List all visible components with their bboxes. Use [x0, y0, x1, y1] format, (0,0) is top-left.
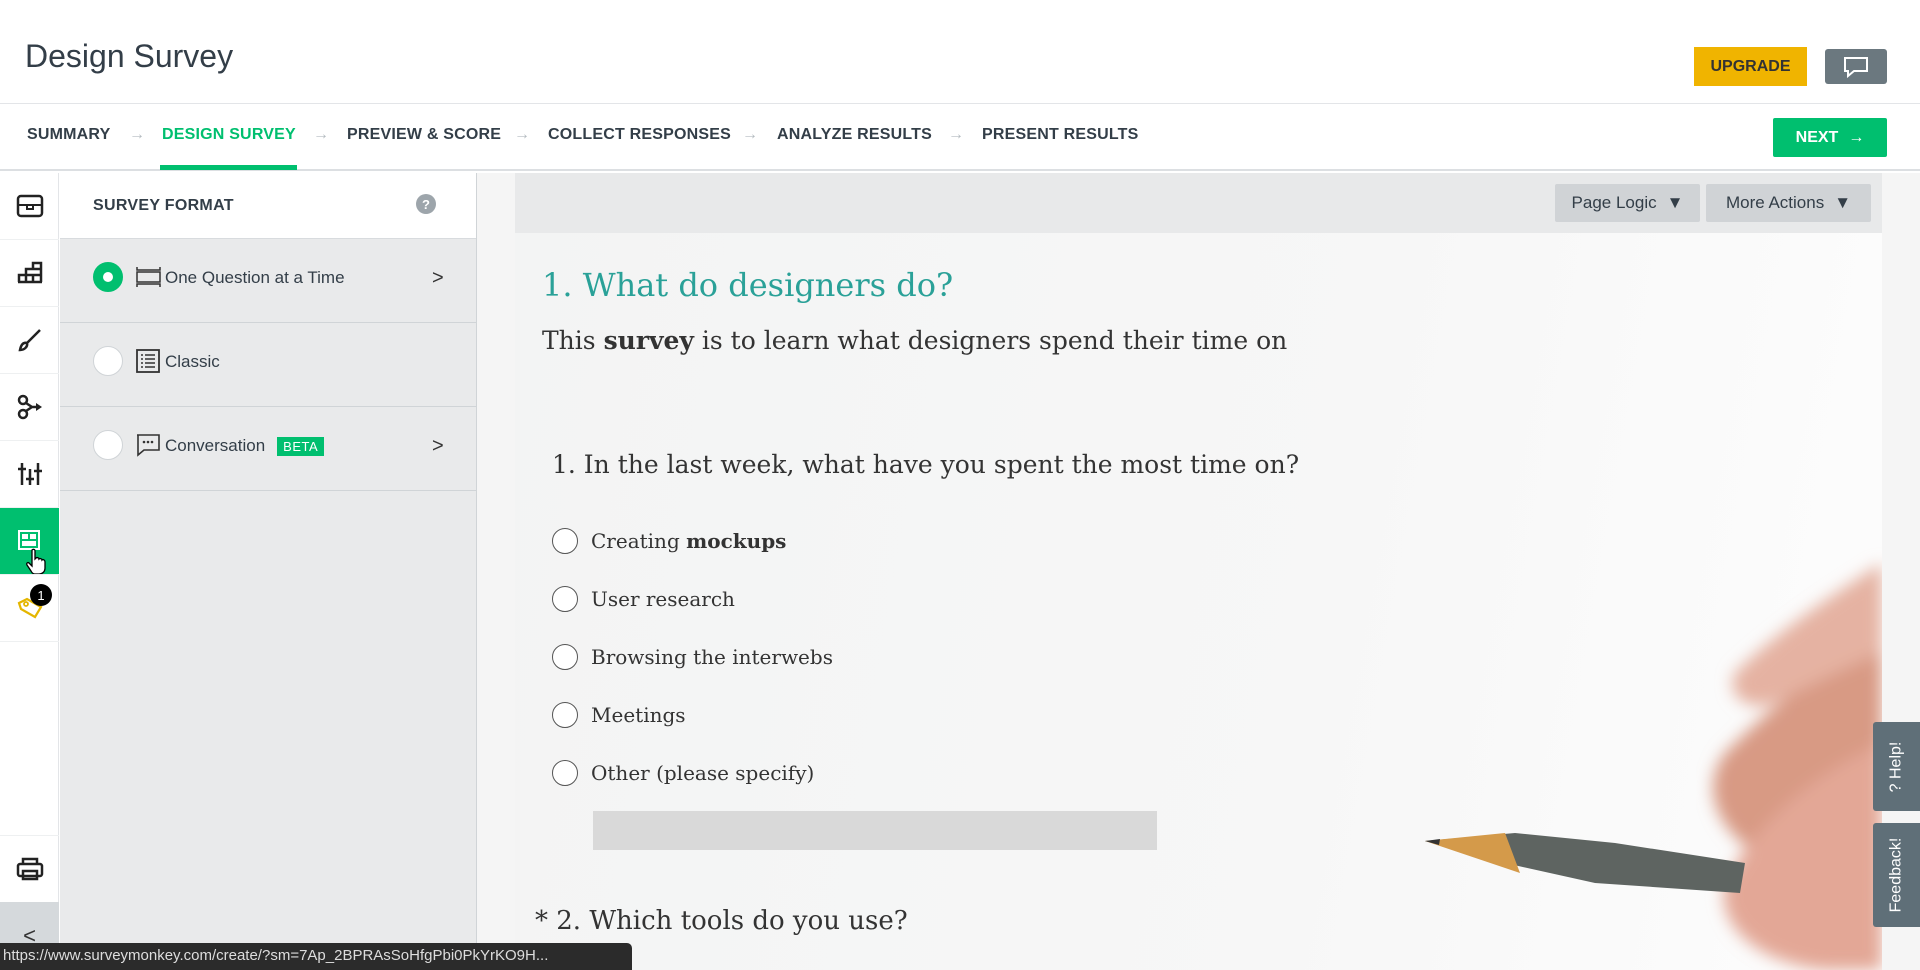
tag-count-badge: 1: [30, 584, 52, 606]
style-brush-icon: [17, 329, 41, 352]
desc-text: is to learn what designers spend their t…: [693, 326, 1288, 355]
header: Design Survey UPGRADE: [0, 0, 1920, 104]
page-description[interactable]: This survey is to learn what designers s…: [542, 326, 1287, 355]
arrow-right-icon: →: [948, 126, 964, 143]
format-label: Classic: [165, 352, 220, 371]
answer-label: Browsing the interwebs: [591, 645, 833, 669]
format-option-one-question[interactable]: One Question at a Time >: [60, 239, 476, 323]
desc-bold: survey: [603, 326, 694, 355]
arrow-right-icon: →: [514, 126, 530, 143]
beta-badge: BETA: [277, 437, 325, 456]
style-button[interactable]: [0, 307, 59, 374]
link-status-bar: https://www.surveymonkey.com/create/?sm=…: [0, 943, 632, 970]
answer-label: Other (please specify): [591, 761, 815, 785]
tab-preview-score[interactable]: PREVIEW & SCORE: [347, 126, 501, 144]
feedback-tab[interactable]: Feedback!: [1873, 823, 1920, 927]
answer-text: Creating: [591, 529, 687, 553]
question-bank-icon: [16, 194, 43, 218]
hand-cursor-icon: [26, 548, 46, 574]
chevron-right-icon[interactable]: >: [432, 435, 444, 458]
next-button[interactable]: NEXT →: [1773, 118, 1887, 157]
page-logic-label: Page Logic: [1571, 193, 1657, 212]
chat-button[interactable]: [1825, 49, 1887, 84]
options-sliders-icon: [17, 463, 42, 485]
builder-button[interactable]: [0, 240, 59, 307]
options-button[interactable]: [0, 441, 59, 508]
answer-label: Creating mockups: [591, 529, 786, 553]
answer-bold: mockups: [686, 529, 787, 553]
format-radio[interactable]: [93, 430, 123, 460]
one-question-icon: [136, 267, 161, 287]
feedback-label: Feedback!: [1887, 837, 1905, 913]
format-radio[interactable]: [93, 262, 123, 292]
answer-option[interactable]: Meetings: [552, 702, 686, 728]
format-option-classic[interactable]: Classic: [60, 323, 476, 407]
other-specify-input[interactable]: [593, 811, 1157, 850]
hand-with-pencil-image: [1425, 563, 1882, 970]
question-1-title[interactable]: 1. In the last week, what have you spent…: [552, 450, 1299, 479]
answer-radio[interactable]: [552, 586, 578, 612]
speech-bubble-icon: [1844, 56, 1868, 78]
panel-title: SURVEY FORMAT: [93, 197, 234, 214]
caret-down-icon: ▼: [1834, 193, 1852, 212]
tags-button[interactable]: [0, 575, 59, 642]
format-option-conversation[interactable]: Conversation BETA >: [60, 407, 476, 491]
help-icon[interactable]: ?: [416, 194, 436, 214]
survey-format-panel: SURVEY FORMAT ? One Question at a Time >…: [60, 173, 477, 970]
page-title[interactable]: 1. What do designers do?: [542, 266, 953, 304]
question-bank-button[interactable]: [0, 173, 59, 240]
more-actions-dropdown[interactable]: More Actions ▼: [1706, 184, 1871, 222]
answer-option[interactable]: User research: [552, 586, 735, 612]
answer-option[interactable]: Other (please specify): [552, 760, 814, 786]
arrow-right-icon: →: [1848, 128, 1865, 146]
answer-label: User research: [591, 587, 735, 611]
format-label-text: Conversation: [165, 436, 266, 455]
page-toolbar: Page Logic ▼ More Actions ▼: [515, 173, 1882, 233]
answer-radio[interactable]: [552, 528, 578, 554]
format-label: One Question at a Time: [165, 268, 345, 287]
format-label: Conversation BETA: [165, 436, 325, 456]
answer-option[interactable]: Browsing the interwebs: [552, 644, 833, 670]
more-actions-label: More Actions: [1725, 193, 1825, 212]
print-button[interactable]: [0, 835, 59, 902]
print-icon: [16, 857, 43, 881]
tab-summary[interactable]: SUMMARY: [27, 126, 110, 144]
upgrade-button[interactable]: UPGRADE: [1694, 47, 1807, 86]
question-2-title[interactable]: * 2. Which tools do you use?: [535, 906, 908, 936]
tab-collect-responses[interactable]: COLLECT RESPONSES: [548, 126, 731, 144]
logic-button[interactable]: [0, 374, 59, 441]
builder-icon: [17, 261, 42, 284]
help-text: Help!: [1887, 741, 1905, 779]
conversation-bubble-icon: [137, 434, 160, 457]
tab-present-results[interactable]: PRESENT RESULTS: [982, 126, 1139, 144]
page-logic-dropdown[interactable]: Page Logic ▼: [1555, 184, 1700, 222]
tab-design-survey[interactable]: DESIGN SURVEY: [162, 126, 296, 144]
next-label: NEXT: [1795, 128, 1839, 146]
arrow-right-icon: →: [129, 126, 145, 143]
active-tab-indicator: [160, 165, 297, 170]
logic-icon: [17, 394, 42, 420]
help-tab[interactable]: ? Help!: [1873, 722, 1920, 811]
desc-text: This: [542, 326, 604, 355]
arrow-right-icon: →: [742, 126, 758, 143]
answer-radio[interactable]: [552, 644, 578, 670]
arrow-right-icon: →: [313, 126, 329, 143]
chevron-right-icon[interactable]: >: [432, 267, 444, 290]
help-tab-label: ? Help!: [1887, 741, 1905, 792]
format-radio[interactable]: [93, 346, 123, 376]
step-nav: SUMMARY → DESIGN SURVEY → PREVIEW & SCOR…: [0, 104, 1920, 171]
tab-analyze-results[interactable]: ANALYZE RESULTS: [777, 126, 932, 144]
answer-label: Meetings: [591, 703, 686, 727]
answer-option[interactable]: Creating mockups: [552, 528, 786, 554]
caret-down-icon: ▼: [1666, 193, 1684, 212]
answer-radio[interactable]: [552, 760, 578, 786]
survey-title[interactable]: Design Survey: [25, 38, 233, 75]
classic-list-icon: [136, 349, 160, 373]
answer-radio[interactable]: [552, 702, 578, 728]
panel-header: SURVEY FORMAT ?: [60, 173, 476, 239]
